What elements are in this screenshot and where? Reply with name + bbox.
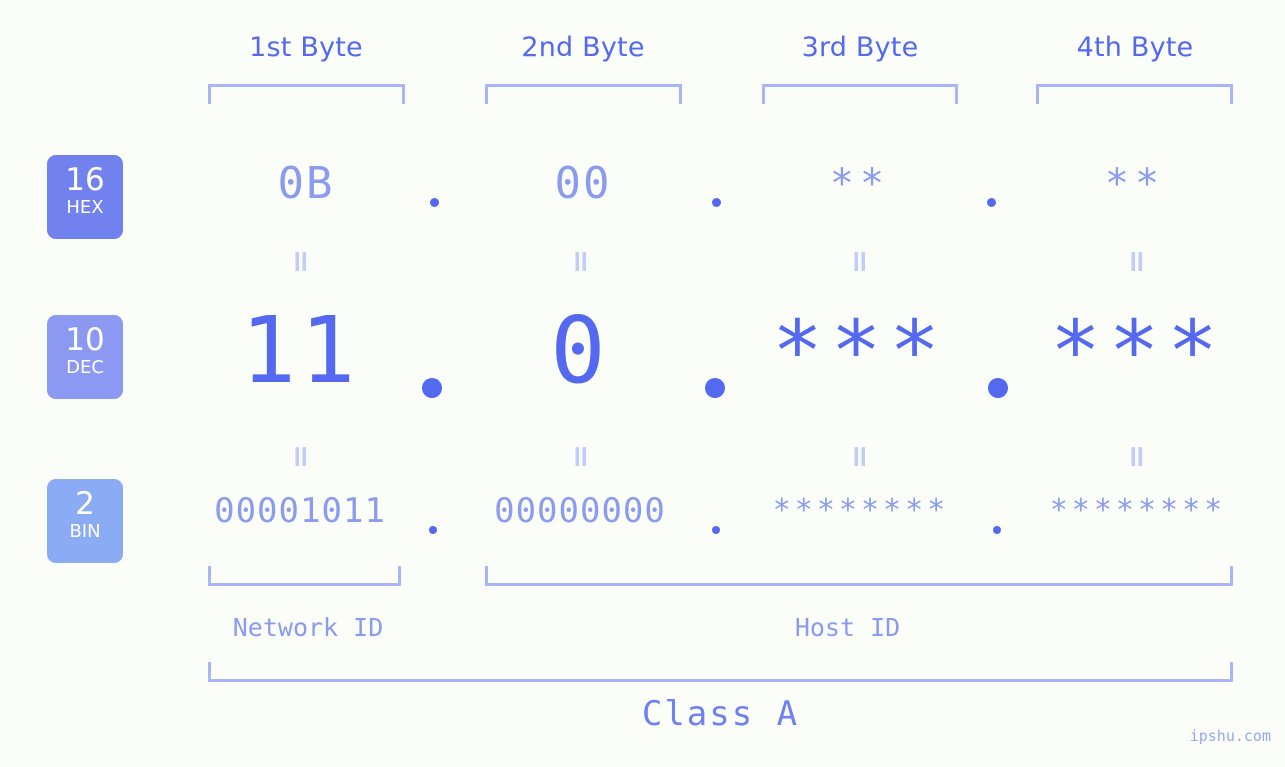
base-badge-bin-label: BIN — [69, 521, 101, 542]
bin-byte-2: 00000000 — [494, 491, 666, 531]
ip-address-breakdown-diagram: 1st Byte 2nd Byte 3rd Byte 4th Byte 16 H… — [0, 0, 1285, 767]
byte-bracket-2 — [485, 84, 682, 104]
hex-byte-2: 00 — [554, 158, 612, 209]
dec-dot-separator-2 — [705, 378, 725, 398]
host-id-label: Host ID — [794, 613, 901, 642]
hex-dot-separator-1 — [430, 198, 439, 207]
dec-byte-1: 11 — [240, 297, 360, 404]
equals-symbol-dec-bin-2: = — [563, 444, 598, 470]
network-id-bracket — [208, 566, 401, 586]
base-badge-hex-label: HEX — [66, 197, 104, 218]
bin-byte-1: 00001011 — [214, 491, 386, 531]
base-badge-dec-number: 10 — [65, 322, 105, 358]
hex-byte-1: 0B — [277, 158, 335, 209]
dec-byte-4: *** — [1050, 302, 1226, 400]
equals-symbol-hex-dec-4: = — [1119, 249, 1154, 275]
equals-symbol-dec-bin-1: = — [283, 444, 318, 470]
bin-dot-separator-1 — [429, 526, 437, 534]
dec-dot-separator-3 — [988, 378, 1008, 398]
bin-dot-separator-2 — [712, 526, 720, 534]
watermark: ipshu.com — [1189, 727, 1271, 745]
base-badge-hex-number: 16 — [65, 162, 105, 198]
hex-dot-separator-3 — [987, 198, 996, 207]
dec-byte-2: 0 — [550, 297, 610, 404]
base-badge-bin: 2 BIN — [47, 479, 123, 563]
byte-header-3: 3rd Byte — [801, 32, 919, 63]
byte-header-4: 4th Byte — [1076, 32, 1194, 63]
equals-symbol-hex-dec-3: = — [842, 249, 877, 275]
byte-header-1: 1st Byte — [249, 32, 363, 63]
network-id-label: Network ID — [232, 613, 384, 642]
dec-byte-3: *** — [772, 302, 948, 400]
class-bracket — [208, 662, 1233, 682]
bin-byte-3: ******** — [772, 493, 950, 528]
class-label: Class A — [641, 694, 800, 734]
equals-symbol-dec-bin-4: = — [1119, 444, 1154, 470]
byte-header-2: 2nd Byte — [521, 32, 645, 63]
bin-byte-4: ******** — [1049, 493, 1227, 528]
byte-bracket-1 — [208, 84, 405, 104]
bin-dot-separator-3 — [993, 526, 1001, 534]
equals-symbol-hex-dec-1: = — [283, 249, 318, 275]
base-badge-dec: 10 DEC — [47, 315, 123, 399]
hex-dot-separator-2 — [712, 198, 721, 207]
equals-symbol-dec-bin-3: = — [842, 444, 877, 470]
byte-bracket-3 — [762, 84, 958, 104]
equals-symbol-hex-dec-2: = — [563, 249, 598, 275]
host-id-bracket — [485, 566, 1233, 586]
base-badge-bin-number: 2 — [75, 486, 95, 522]
base-badge-hex: 16 HEX — [47, 155, 123, 239]
hex-byte-4: ** — [1104, 161, 1166, 207]
byte-bracket-4 — [1036, 84, 1233, 104]
hex-byte-3: ** — [829, 161, 891, 207]
base-badge-dec-label: DEC — [66, 357, 104, 378]
dec-dot-separator-1 — [422, 378, 442, 398]
